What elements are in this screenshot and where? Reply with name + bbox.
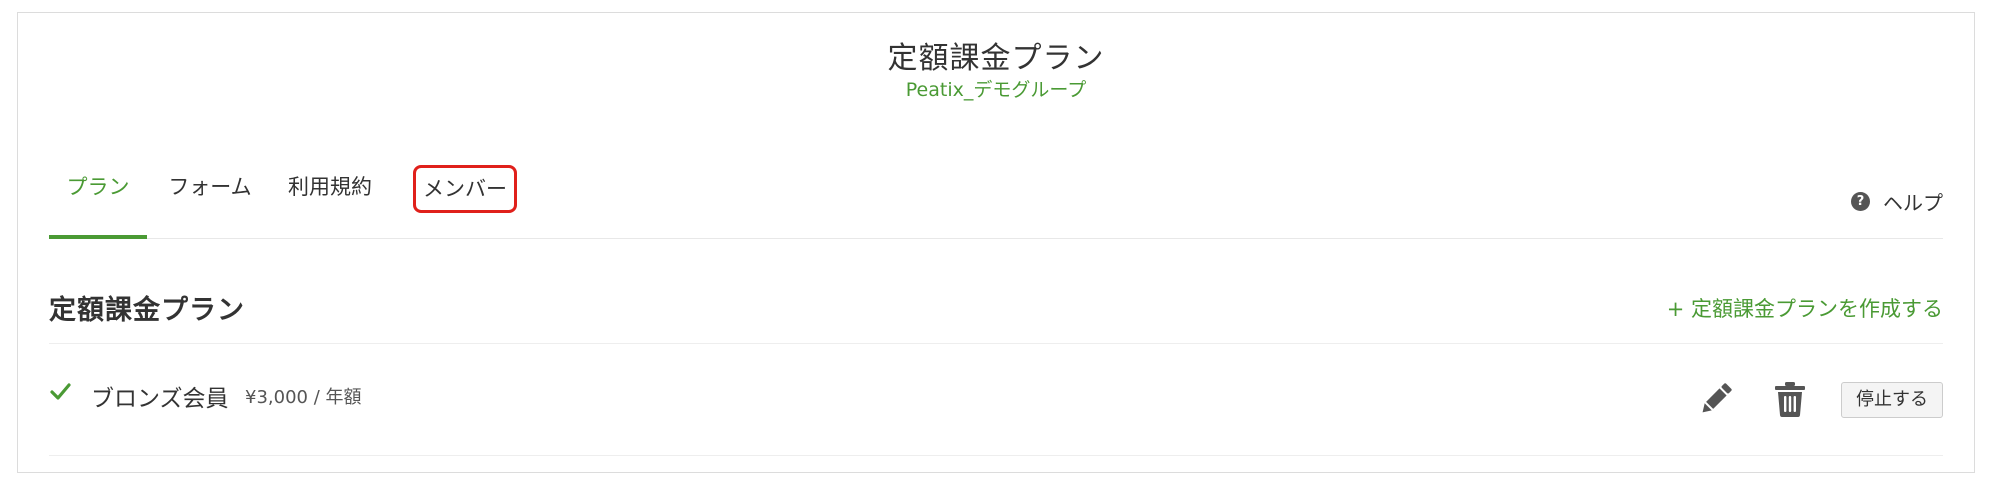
tab-terms[interactable]: 利用規約 [281, 165, 379, 238]
trash-icon[interactable] [1774, 381, 1806, 417]
section-title: 定額課金プラン [49, 295, 245, 326]
help-label: ヘルプ [1883, 190, 1943, 215]
tab-bar: プラン フォーム 利用規約 メンバー ? ヘルプ [49, 165, 1943, 239]
tab-form[interactable]: フォーム [165, 165, 255, 238]
page-title: 定額課金プラン [887, 41, 1105, 76]
stop-button[interactable]: 停止する [1841, 382, 1943, 418]
question-circle-icon: ? [1851, 191, 1870, 211]
plan-card: 定額課金プラン Peatix_デモグループ プラン フォーム 利用規約 メンバー… [17, 12, 1975, 473]
check-icon [50, 383, 71, 400]
group-name-link[interactable]: Peatix_デモグループ [18, 75, 1974, 102]
tab-members[interactable]: メンバー [413, 165, 517, 213]
pencil-icon[interactable] [1699, 382, 1733, 416]
plan-price: ¥3,000 / 年額 [245, 387, 362, 408]
tab-plan[interactable]: プラン [49, 165, 147, 239]
create-plan-link[interactable]: + 定額課金プランを作成する [1667, 293, 1943, 323]
plan-row: ブロンズ会員 ¥3,000 / 年額 停止する [49, 344, 1943, 456]
section-header: 定額課金プラン + 定額課金プランを作成する [49, 275, 1943, 344]
help-link[interactable]: ? ヘルプ [1851, 189, 1943, 215]
plan-name: ブロンズ会員 [91, 386, 229, 412]
